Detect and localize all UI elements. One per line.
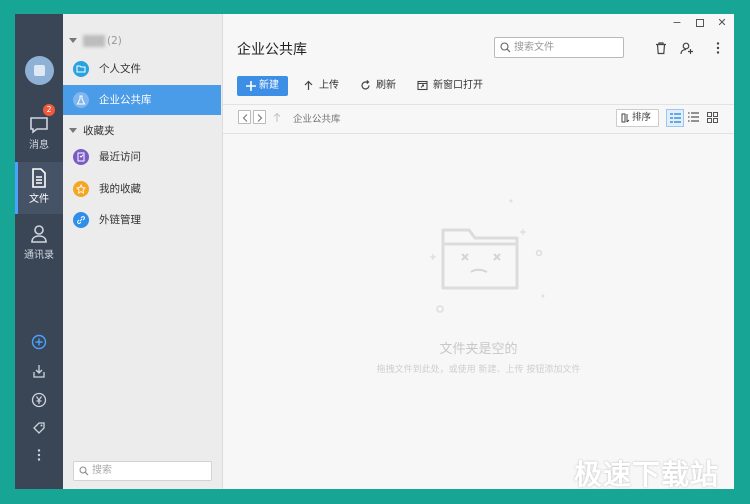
- nav-group-org[interactable]: (2): [63, 30, 223, 52]
- search-placeholder: 搜索文件: [514, 42, 554, 53]
- view-grid-button[interactable]: [704, 109, 722, 127]
- nav-group-label: 收藏夹: [83, 125, 115, 137]
- new-button-label: 新建: [259, 80, 279, 91]
- empty-state-hint: 拖拽文件到此处，或使用 新建、上传 按钮添加文件: [376, 365, 581, 375]
- star-icon: [73, 181, 89, 197]
- empty-state-title: 文件夹是空的: [439, 342, 518, 357]
- download-icon[interactable]: [31, 363, 47, 379]
- back-button[interactable]: [238, 110, 251, 124]
- nav-group-favorites[interactable]: 收藏夹: [63, 120, 223, 142]
- search-icon: [500, 42, 511, 53]
- rail-item-contacts[interactable]: 通讯录: [15, 218, 63, 270]
- flask-icon: [73, 92, 89, 108]
- nav-search-input[interactable]: 搜索: [73, 461, 212, 481]
- refresh-label: 刷新: [376, 80, 396, 91]
- unread-badge: 2: [43, 104, 55, 116]
- view-detail-button[interactable]: [666, 109, 684, 127]
- chevron-right-icon: [257, 114, 263, 122]
- minimize-button[interactable]: −: [667, 16, 687, 30]
- nav-search-placeholder: 搜索: [92, 465, 112, 476]
- rail-label-files: 文件: [29, 194, 49, 205]
- trash-icon[interactable]: [654, 41, 668, 55]
- upload-button[interactable]: 上传: [303, 76, 339, 96]
- chevron-down-icon: [69, 38, 77, 43]
- grid-view-icon: [707, 112, 718, 123]
- nav-item-label: 外链管理: [99, 214, 141, 226]
- list-view-icon: [688, 112, 699, 122]
- contacts-icon: [31, 225, 47, 243]
- rail-label-messages: 消息: [29, 140, 49, 151]
- more-vertical-icon[interactable]: [31, 447, 47, 463]
- empty-folder-icon: [430, 199, 545, 313]
- refresh-icon: [361, 80, 370, 90]
- upload-icon: [304, 80, 313, 90]
- tag-icon[interactable]: [31, 420, 47, 436]
- nav-item-enterprise-library[interactable]: 企业公共库: [63, 85, 221, 115]
- sort-label: 排序: [632, 112, 652, 123]
- message-icon: [30, 117, 48, 134]
- upload-label: 上传: [319, 80, 339, 91]
- main-panel: − ✕ 企业公共库 搜索文件 新建 上传 刷新 新窗口打开 企业公共库 排序 文…: [223, 14, 734, 489]
- nav-item-link-management[interactable]: 外链管理: [63, 205, 221, 235]
- nav-item-my-favorites[interactable]: 我的收藏: [63, 174, 221, 204]
- add-member-icon[interactable]: [680, 41, 694, 55]
- left-rail: 2 消息 文件 通讯录: [15, 14, 63, 489]
- search-input[interactable]: 搜索文件: [494, 37, 624, 58]
- up-arrow-icon[interactable]: [273, 112, 281, 123]
- view-list-button[interactable]: [685, 109, 703, 127]
- chevron-down-icon: [69, 128, 77, 133]
- blurred-org-name: [83, 35, 105, 47]
- page-title: 企业公共库: [237, 42, 307, 58]
- app-window: 2 消息 文件 通讯录 (2) 个人文件 企业公共库 收藏夹 最近访问 我的收藏…: [15, 14, 734, 489]
- detail-view-icon: [670, 113, 681, 123]
- recent-icon: [73, 149, 89, 165]
- sort-icon: [621, 113, 630, 123]
- plus-icon: [246, 81, 256, 91]
- nav-item-label: 最近访问: [99, 151, 141, 163]
- open-new-window-button[interactable]: 新窗口打开: [417, 76, 483, 96]
- nav-panel: (2) 个人文件 企业公共库 收藏夹 最近访问 我的收藏 外链管理 搜索: [63, 14, 223, 489]
- nav-item-label: 企业公共库: [99, 94, 152, 106]
- new-button[interactable]: 新建: [237, 76, 288, 96]
- breadcrumb[interactable]: 企业公共库: [293, 111, 341, 125]
- more-vertical-icon[interactable]: [711, 41, 725, 55]
- search-icon: [79, 466, 89, 476]
- yen-icon[interactable]: [31, 392, 47, 408]
- nav-item-recent[interactable]: 最近访问: [63, 142, 221, 172]
- new-window-icon: [417, 80, 428, 91]
- watermark: 极速下载站: [574, 458, 720, 491]
- nav-item-label: 我的收藏: [99, 183, 141, 195]
- avatar[interactable]: [25, 56, 54, 85]
- chevron-left-icon: [242, 114, 248, 122]
- add-circle-icon[interactable]: [31, 334, 47, 350]
- link-icon: [73, 212, 89, 228]
- file-icon: [32, 168, 46, 188]
- maximize-icon: [696, 19, 704, 27]
- folder-icon: [73, 61, 89, 77]
- refresh-button[interactable]: 刷新: [360, 76, 396, 96]
- sort-button[interactable]: 排序: [616, 109, 659, 127]
- rail-item-messages[interactable]: 2 消息: [15, 104, 63, 162]
- divider: [223, 104, 734, 105]
- nav-group-count: (2): [107, 35, 122, 47]
- rail-label-contacts: 通讯录: [24, 250, 54, 261]
- nav-item-personal-files[interactable]: 个人文件: [63, 54, 221, 84]
- close-button[interactable]: ✕: [712, 16, 732, 30]
- nav-item-label: 个人文件: [99, 63, 141, 75]
- forward-button[interactable]: [253, 110, 266, 124]
- rail-item-files[interactable]: 文件: [15, 162, 63, 214]
- divider: [223, 133, 734, 134]
- open-new-window-label: 新窗口打开: [433, 80, 483, 91]
- maximize-button[interactable]: [690, 16, 710, 30]
